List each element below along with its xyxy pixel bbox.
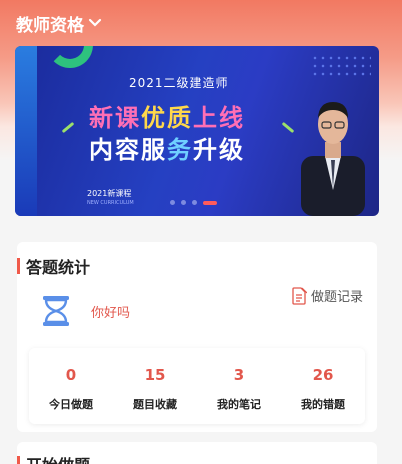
start-practice-card[interactable]: 开始做题 [17,442,377,464]
stats-panel: 0 今日做题 15 题目收藏 3 我的笔记 26 我的错题 [29,348,365,424]
stat-value: 15 [144,366,166,384]
practice-record-label: 做题记录 [310,290,363,305]
answer-stats-card: 答题统计 你好吗 做题记录 0 今日做题 15 题目收藏 3 我的笔记 26 我… [17,242,377,432]
stat-value: 26 [312,366,334,384]
stat-favorites[interactable]: 15 题目收藏 [113,348,197,424]
stats-card-title: 答题统计 [17,256,90,277]
stat-label: 我的笔记 [217,398,261,411]
stat-notes[interactable]: 3 我的笔记 [197,348,281,424]
stat-today-practice[interactable]: 0 今日做题 [29,348,113,424]
practice-record-link[interactable]: 做题记录 [291,286,363,305]
pager-dot-active[interactable] [203,200,217,205]
pager-dot[interactable] [170,200,175,205]
banner-tag: 2021新课程 NEW CURRICULUM [87,189,134,206]
stat-label: 题目收藏 [133,398,177,411]
promo-banner[interactable]: 2021二级建造师 新课优质上线 内容服务升级 2021新课程 NEW CURR… [15,46,379,216]
record-document-icon [292,286,307,305]
start-practice-title: 开始做题 [17,454,90,464]
spark-decoration [61,121,75,134]
hourglass-icon [43,296,69,326]
stat-value: 3 [233,366,245,384]
greeting-text: 你好吗 [91,306,131,321]
stat-value: 0 [65,366,77,384]
pager-dot[interactable] [192,200,197,205]
banner-headline-1: 新课优质上线 [89,104,245,132]
banner-dots-decoration [311,54,371,80]
pager-dot[interactable] [181,200,186,205]
banner-subtitle: 2021二级建造师 [129,76,229,90]
subject-title: 教师资格 [16,15,84,36]
banner-arc-decoration [47,46,93,68]
stat-wrong-answers[interactable]: 26 我的错题 [281,348,365,424]
banner-pagination[interactable] [170,200,217,205]
stat-label: 我的错题 [301,398,345,411]
banner-headline-2: 内容服务升级 [89,136,245,164]
presenter-image [301,102,365,216]
chevron-down-icon [88,18,102,27]
subject-selector[interactable]: 教师资格 [16,10,102,36]
banner-side-strip [15,46,37,216]
stat-label: 今日做题 [49,398,93,411]
